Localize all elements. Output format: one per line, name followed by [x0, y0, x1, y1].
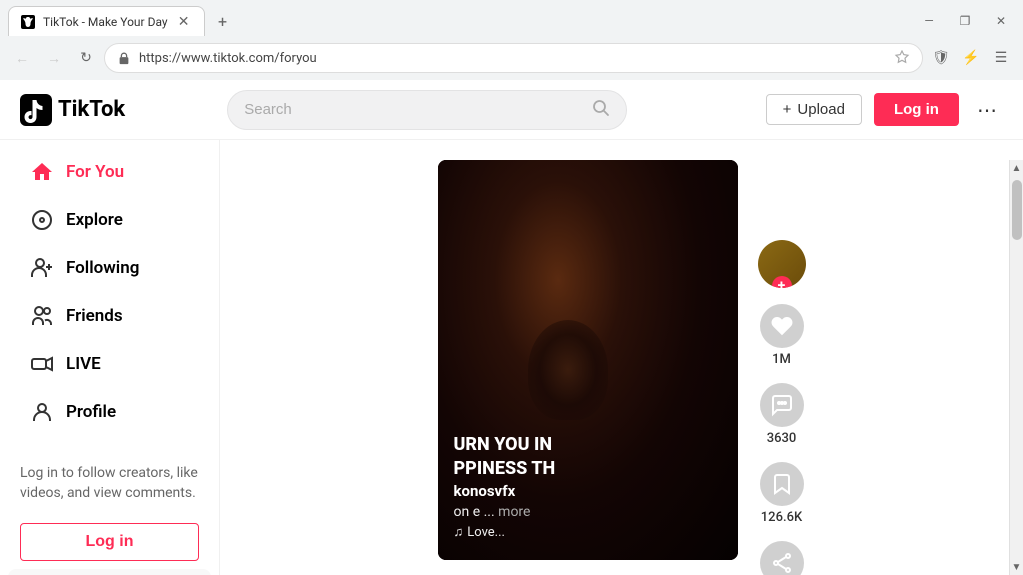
sidebar-item-live-label: LIVE [66, 354, 101, 374]
sidebar-login-button[interactable]: Log in [20, 523, 199, 561]
close-window-icon[interactable]: ✕ [987, 7, 1015, 35]
sidebar-item-explore[interactable]: Explore [8, 198, 211, 242]
sidebar-item-friends-label: Friends [66, 306, 123, 326]
video-caption: on e ... more [454, 504, 722, 520]
extensions-icon[interactable]: ⚡ [957, 44, 985, 72]
back-button[interactable]: ← [8, 44, 36, 72]
tab-close-icon[interactable]: ✕ [176, 14, 192, 30]
sidebar-create-effects[interactable]: Create TikTok effects, [8, 569, 211, 575]
video-info-overlay: konosvfx on e ... more ♫ Love... [454, 482, 722, 540]
sidebar-item-friends[interactable]: Friends [8, 294, 211, 338]
sidebar-item-following-label: Following [66, 258, 139, 278]
video-text-overlay: URN YOU IN PPINESS TH [454, 433, 678, 480]
video-content: URN YOU IN PPINESS TH konosvfx on e ... … [220, 140, 1023, 575]
scrollbar-thumb[interactable] [1012, 180, 1022, 240]
app-wrapper: TikTok + Upload Log in [0, 80, 1023, 575]
like-button[interactable]: 1M [760, 304, 804, 367]
forward-button[interactable]: → [40, 44, 68, 72]
search-bar [227, 90, 627, 130]
search-input[interactable] [244, 101, 584, 118]
header-actions: + Upload Log in ⋯ [766, 93, 1003, 126]
menu-icon[interactable]: ☰ [987, 44, 1015, 72]
live-icon [28, 352, 56, 376]
main-content: For You Explore Following [0, 140, 1023, 575]
share-icon [760, 541, 804, 575]
scrollbar-up-button[interactable]: ▲ [1010, 160, 1023, 176]
music-text: Love... [467, 525, 505, 540]
sidebar: For You Explore Following [0, 140, 220, 575]
shield-icon[interactable]: 🛡 [927, 44, 955, 72]
browser-nav: ← → ↻ https://www.tiktok.com/foryou 🛡 ⚡ … [0, 36, 1023, 80]
music-icon: ♫ [454, 524, 464, 540]
video-feed: URN YOU IN PPINESS TH konosvfx on e ... … [438, 160, 806, 555]
address-bar[interactable]: https://www.tiktok.com/foryou [104, 43, 923, 73]
upload-label: Upload [797, 101, 845, 118]
caption-prefix: on [454, 504, 470, 520]
sidebar-login-prompt: Log in to follow creators, like videos, … [0, 452, 219, 515]
sidebar-item-for-you[interactable]: For You [8, 150, 211, 194]
explore-icon [28, 208, 56, 232]
tab-favicon [21, 15, 35, 29]
upload-button[interactable]: + Upload [766, 94, 862, 125]
creator-avatar: + [758, 240, 806, 288]
follow-button[interactable]: + [758, 240, 806, 288]
logo-text: TikTok [58, 97, 125, 122]
video-card: URN YOU IN PPINESS TH konosvfx on e ... … [438, 160, 738, 560]
url-text: https://www.tiktok.com/foryou [139, 51, 886, 66]
heart-icon [760, 304, 804, 348]
sidebar-item-live[interactable]: LIVE [8, 342, 211, 386]
search-icon[interactable] [592, 99, 610, 121]
reload-button[interactable]: ↻ [72, 44, 100, 72]
more-options-button[interactable]: ⋯ [971, 94, 1003, 126]
tiktok-logo-icon [20, 94, 52, 126]
following-icon [28, 256, 56, 280]
browser-scrollbar[interactable]: ▲ ▼ [1009, 160, 1023, 575]
tab-title: TikTok - Make Your Day [43, 15, 168, 29]
bookmark-icon [760, 462, 804, 506]
tab-bar: TikTok - Make Your Day ✕ + — ❐ ✕ [0, 0, 1023, 36]
star-icon[interactable] [894, 50, 910, 66]
browser-right-buttons: 🛡 ⚡ ☰ [927, 44, 1015, 72]
friends-icon [28, 304, 56, 328]
comment-count: 3630 [767, 431, 797, 446]
sidebar-item-profile-label: Profile [66, 402, 116, 422]
video-player[interactable]: URN YOU IN PPINESS TH konosvfx on e ... … [438, 160, 738, 560]
profile-icon [28, 400, 56, 424]
share-button[interactable]: 30.9K [760, 541, 804, 575]
comment-icon [760, 383, 804, 427]
sidebar-item-profile[interactable]: Profile [8, 390, 211, 434]
caption-text: e ... [473, 504, 495, 520]
scrollbar-down-button[interactable]: ▼ [1010, 559, 1023, 575]
sidebar-item-explore-label: Explore [66, 210, 123, 230]
video-actions: + 1M [758, 160, 806, 575]
login-button[interactable]: Log in [874, 93, 959, 126]
minimize-icon[interactable]: — [915, 7, 943, 35]
like-count: 1M [772, 352, 791, 367]
logo-area: TikTok [20, 94, 150, 126]
comment-button[interactable]: 3630 [760, 383, 804, 446]
video-username: konosvfx [454, 482, 722, 500]
active-tab[interactable]: TikTok - Make Your Day ✕ [8, 6, 205, 36]
tiktok-app: TikTok + Upload Log in [0, 80, 1023, 575]
app-header: TikTok + Upload Log in [0, 80, 1023, 140]
plus-icon: + [783, 101, 792, 118]
bookmark-button[interactable]: 126.6K [760, 462, 804, 525]
restore-icon[interactable]: ❐ [951, 7, 979, 35]
more-link[interactable]: more [498, 504, 530, 520]
sidebar-item-following[interactable]: Following [8, 246, 211, 290]
lock-icon [117, 51, 131, 65]
video-music: ♫ Love... [454, 524, 722, 540]
home-icon [28, 160, 56, 184]
search-input-wrap[interactable] [227, 90, 627, 130]
bookmark-count: 126.6K [761, 510, 802, 525]
new-tab-button[interactable]: + [209, 7, 237, 35]
sidebar-item-for-you-label: For You [66, 162, 124, 182]
